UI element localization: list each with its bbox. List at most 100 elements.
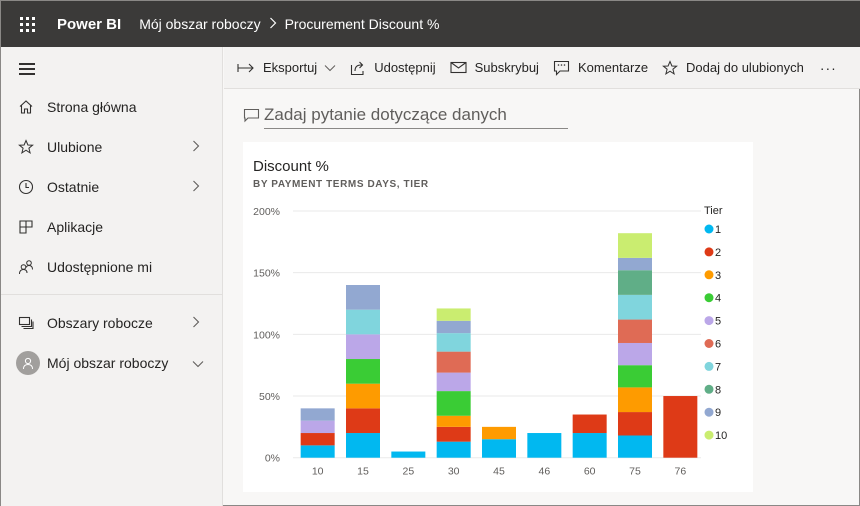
bar-segment[interactable] [436, 351, 471, 373]
legend-label[interactable]: 5 [715, 316, 721, 328]
bar-segment[interactable] [436, 441, 471, 458]
share-label: Udostępnij [374, 60, 436, 75]
bar-segment[interactable] [618, 435, 652, 458]
add-favorite-button[interactable]: Dodaj do ulubionych [662, 59, 804, 76]
bar-segment[interactable] [618, 365, 652, 388]
app-name[interactable]: Power BI [57, 16, 121, 33]
legend-label[interactable]: 3 [715, 270, 721, 282]
bar-segment[interactable] [300, 408, 335, 421]
chevron-right-icon[interactable] [192, 315, 222, 331]
export-button[interactable]: Eksportuj [237, 60, 336, 75]
legend-marker[interactable] [704, 407, 714, 417]
bar-segment[interactable] [527, 433, 562, 458]
bar-segment[interactable] [572, 433, 607, 458]
bar-segment[interactable] [482, 439, 516, 458]
sidebar-item-recent[interactable]: Ostatnie [1, 167, 222, 207]
clock-icon [1, 179, 47, 195]
export-icon [237, 63, 254, 72]
bar-segment[interactable] [391, 451, 426, 458]
sidebar-item-shared[interactable]: Udostępnione mi [1, 247, 222, 287]
legend-marker[interactable] [704, 224, 714, 234]
sidebar-divider [1, 294, 222, 295]
more-options-icon[interactable]: ··· [820, 60, 837, 76]
legend-marker[interactable] [704, 384, 714, 394]
bar-segment[interactable] [300, 433, 335, 446]
legend-label[interactable]: 4 [715, 293, 721, 305]
sidebar-item-label: Obszary robocze [47, 315, 153, 331]
bar-segment[interactable] [346, 433, 380, 458]
comment-icon [553, 60, 570, 76]
hamburger-menu-icon[interactable] [19, 63, 35, 75]
bar-segment[interactable] [346, 285, 380, 310]
subscribe-button[interactable]: Subskrybuj [450, 60, 539, 75]
bar-segment[interactable] [618, 294, 652, 320]
bar-segment[interactable] [436, 333, 471, 352]
bar-segment[interactable] [618, 342, 652, 366]
sidebar-item-apps[interactable]: Aplikacje [1, 207, 222, 247]
bar-segment[interactable] [436, 308, 471, 321]
legend-marker[interactable] [704, 247, 714, 257]
legend-marker[interactable] [704, 293, 714, 303]
sidebar-item-home[interactable]: Strona główna [1, 87, 222, 127]
bar-segment[interactable] [300, 445, 335, 458]
legend-label[interactable]: 7 [715, 361, 721, 373]
legend-label[interactable]: 2 [715, 247, 721, 259]
bar-segment[interactable] [618, 319, 652, 343]
x-tick-label: 10 [312, 466, 324, 478]
bar-segment[interactable] [300, 420, 335, 434]
y-tick-label: 150% [253, 268, 280, 280]
breadcrumb-workspace[interactable]: Mój obszar roboczy [139, 16, 260, 32]
legend-label[interactable]: 9 [715, 407, 721, 419]
y-tick-label: 50% [259, 391, 280, 403]
legend-marker[interactable] [704, 339, 714, 348]
legend-marker[interactable] [704, 270, 714, 280]
chart-visual-card[interactable]: Discount % BY PAYMENT TERMS DAYS, TIER 0… [243, 142, 753, 492]
qna-comment-icon [243, 108, 260, 123]
bar-segment[interactable] [618, 412, 652, 436]
bar-segment[interactable] [346, 334, 380, 360]
bar-segment[interactable] [618, 233, 652, 258]
x-tick-label: 46 [538, 466, 550, 478]
share-button[interactable]: Udostępnij [350, 60, 436, 76]
legend-label[interactable]: 10 [715, 430, 727, 442]
bar-segment[interactable] [346, 383, 380, 409]
bar-segment[interactable] [482, 426, 516, 440]
bar-segment[interactable] [436, 415, 471, 427]
sidebar-item-label: Aplikacje [47, 219, 104, 235]
share-icon [351, 61, 364, 75]
bar-segment[interactable] [436, 391, 471, 416]
bar-segment[interactable] [346, 359, 380, 384]
sidebar-item-workspaces[interactable]: Obszary robocze [1, 303, 222, 343]
bar-segment[interactable] [346, 408, 380, 434]
sidebar: Strona główna Ulubione Ostatnie Aplikacj… [1, 47, 223, 506]
legend-label[interactable]: 1 [715, 224, 721, 236]
legend-label[interactable]: 6 [715, 339, 721, 351]
apps-icon [1, 219, 47, 235]
bar-segment[interactable] [618, 257, 652, 271]
y-tick-label: 100% [253, 329, 280, 341]
bar-segment[interactable] [436, 426, 471, 442]
bar-segment[interactable] [436, 372, 471, 392]
chevron-down-icon[interactable] [192, 355, 222, 371]
bar-segment[interactable] [346, 309, 380, 335]
legend-label[interactable]: 8 [715, 384, 721, 396]
bar-segment[interactable] [663, 396, 698, 458]
bar-segment[interactable] [436, 320, 471, 334]
bar-segment[interactable] [618, 270, 652, 295]
add-favorite-label: Dodaj do ulubionych [686, 60, 804, 75]
x-tick-label: 75 [629, 466, 641, 478]
breadcrumb-chevron-icon [269, 16, 277, 32]
sidebar-item-favorites[interactable]: Ulubione [1, 127, 222, 167]
app-launcher-button[interactable] [1, 1, 53, 47]
sidebar-item-my-workspace[interactable]: Mój obszar roboczy [1, 343, 222, 383]
qna-input[interactable] [264, 101, 568, 129]
star-icon [1, 139, 47, 155]
legend-marker[interactable] [704, 430, 714, 440]
chevron-right-icon[interactable] [192, 139, 222, 155]
chevron-right-icon[interactable] [192, 179, 222, 195]
legend-marker[interactable] [704, 316, 714, 326]
legend-marker[interactable] [704, 361, 714, 371]
comments-button[interactable]: Komentarze [553, 60, 648, 76]
bar-segment[interactable] [618, 387, 652, 413]
bar-segment[interactable] [572, 414, 607, 434]
